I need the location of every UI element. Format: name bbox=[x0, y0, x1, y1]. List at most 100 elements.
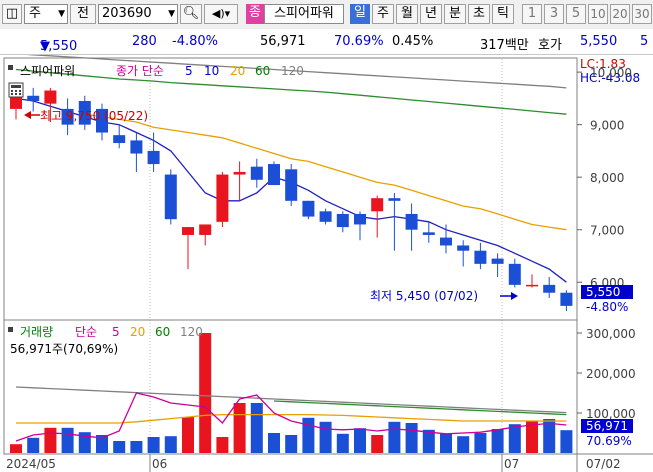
volume-bar bbox=[250, 403, 263, 453]
volume-bar bbox=[130, 441, 143, 453]
volume-bar bbox=[560, 430, 573, 453]
volume-bar bbox=[182, 417, 194, 453]
volume-bar bbox=[336, 433, 349, 453]
volume-bar bbox=[44, 427, 57, 453]
x-label-07: 07 bbox=[504, 457, 519, 471]
candle-body bbox=[182, 227, 194, 235]
volume-bar bbox=[61, 427, 74, 453]
volume-bar bbox=[388, 421, 401, 453]
price-tick-label: 7,000 bbox=[590, 224, 624, 238]
candle-body bbox=[44, 90, 57, 104]
candle-body bbox=[250, 166, 263, 180]
period-week[interactable]: 주 bbox=[372, 4, 394, 24]
volume-bar bbox=[508, 424, 521, 453]
turnover-rate: 0.45% bbox=[392, 34, 434, 49]
volume-bar bbox=[216, 437, 229, 453]
volume-bar bbox=[233, 403, 246, 453]
volume-bar bbox=[147, 437, 160, 453]
period-year[interactable]: 년 bbox=[420, 4, 442, 24]
volume-value: 56,971 bbox=[260, 34, 306, 49]
candle-body bbox=[560, 292, 573, 306]
candle-body bbox=[388, 198, 401, 201]
search-icon[interactable]: 🔍︎ bbox=[180, 4, 202, 24]
candle-body bbox=[130, 140, 143, 154]
candle-body bbox=[354, 213, 366, 225]
candle-body bbox=[268, 164, 280, 186]
volume-bar bbox=[491, 429, 504, 453]
period-second[interactable]: 초 bbox=[468, 4, 490, 24]
minute-20[interactable]: 20 bbox=[610, 4, 630, 24]
minute-10[interactable]: 10 bbox=[588, 4, 608, 24]
candle-body bbox=[113, 135, 126, 144]
volume-bar bbox=[474, 433, 487, 453]
candle-body bbox=[319, 211, 332, 222]
candle-body bbox=[457, 245, 470, 251]
last-change-value: -4.80% bbox=[586, 300, 628, 314]
trade-amount: 317백만 bbox=[480, 38, 529, 53]
jeon-button[interactable]: 전 bbox=[70, 4, 96, 24]
candle-body bbox=[543, 284, 556, 293]
vol-ma120-label: 120 bbox=[180, 325, 203, 339]
period-tick[interactable]: 틱 bbox=[492, 4, 514, 24]
quote-bar: 5,550 ▼ 280 -4.80% 56,971 70.69% 0.45% 3… bbox=[0, 29, 653, 55]
candle-body bbox=[27, 95, 40, 102]
price-legend-ma: 종가 단순 bbox=[116, 64, 164, 78]
x-label-2024-05: 2024/05 bbox=[6, 457, 56, 471]
candle-body bbox=[422, 232, 435, 235]
minute-3[interactable]: 3 bbox=[544, 4, 564, 24]
period-minute[interactable]: 분 bbox=[444, 4, 466, 24]
sound-icon[interactable]: ◀)▾ bbox=[204, 4, 238, 24]
ma10-label: 10 bbox=[204, 64, 219, 78]
candle-body bbox=[164, 174, 177, 220]
low-annotation: 최저 5,450 (07/02) bbox=[370, 289, 478, 303]
chevron-down-icon: ▼ bbox=[58, 9, 65, 19]
volume-bar bbox=[354, 428, 366, 453]
legend-bullet-icon bbox=[8, 327, 13, 332]
candle-body bbox=[302, 200, 315, 217]
period-day[interactable]: 일 bbox=[350, 4, 370, 24]
vol-ma20-label: 20 bbox=[130, 325, 145, 339]
candle-body bbox=[199, 224, 212, 235]
vol-ma5-label: 5 bbox=[112, 325, 120, 339]
top-toolbar: ◫ 주 ▼ 전 203690 ▼ 🔍︎ ◀)▾ 종 스피어파워 일 주 월 년 … bbox=[0, 0, 653, 30]
volume-bar bbox=[285, 435, 298, 453]
volume-bar bbox=[371, 435, 384, 453]
last-price-value: 5,550 bbox=[586, 285, 620, 299]
candle-body bbox=[491, 258, 504, 264]
candle-body bbox=[526, 284, 538, 287]
volume-bar bbox=[319, 421, 332, 453]
ask-price: 5,550 bbox=[580, 34, 618, 49]
volume-bar bbox=[440, 433, 452, 453]
candle-body bbox=[440, 237, 452, 246]
minute-5[interactable]: 5 bbox=[566, 4, 586, 24]
candle-body bbox=[336, 213, 349, 228]
jong-badge[interactable]: 종 bbox=[246, 4, 264, 24]
change-percent: -4.80% bbox=[172, 34, 218, 49]
period-month[interactable]: 월 bbox=[396, 4, 418, 24]
candle-body bbox=[216, 174, 229, 222]
volume-bar bbox=[10, 444, 22, 453]
volume-bar bbox=[422, 429, 435, 453]
volume-legend-ma: 단순 bbox=[75, 325, 97, 339]
volume-legend-name: 거래량 bbox=[20, 325, 53, 339]
x-label-07-02: 07/02 bbox=[586, 457, 621, 471]
volume-bar bbox=[164, 436, 177, 453]
minute-1[interactable]: 1 bbox=[522, 4, 542, 24]
minute-30[interactable]: 30 bbox=[632, 4, 652, 24]
stock-chart[interactable]: 스피어파워 종가 단순 5 10 20 60 120 최고 9,750 (05/… bbox=[0, 55, 653, 472]
window-icon[interactable]: ◫ bbox=[2, 4, 22, 24]
candle-body bbox=[371, 198, 384, 212]
market-select[interactable]: 주 ▼ bbox=[24, 4, 68, 24]
calculator-icon[interactable] bbox=[8, 82, 24, 98]
candle-body bbox=[508, 263, 521, 285]
volume-bar bbox=[27, 437, 40, 453]
high-annotation: 최고 9,750 (05/22) bbox=[40, 109, 148, 123]
stock-name-field[interactable]: 스피어파워 bbox=[264, 4, 344, 24]
volume-bar bbox=[199, 333, 212, 453]
down-arrow-icon: ▼ bbox=[40, 39, 50, 54]
volume-bar bbox=[405, 423, 418, 453]
last-volume-value: 56,971 bbox=[586, 419, 628, 433]
code-input[interactable]: 203690 ▼ bbox=[98, 4, 178, 24]
volume-bar bbox=[268, 433, 280, 453]
vol-ma60-label: 60 bbox=[155, 325, 170, 339]
